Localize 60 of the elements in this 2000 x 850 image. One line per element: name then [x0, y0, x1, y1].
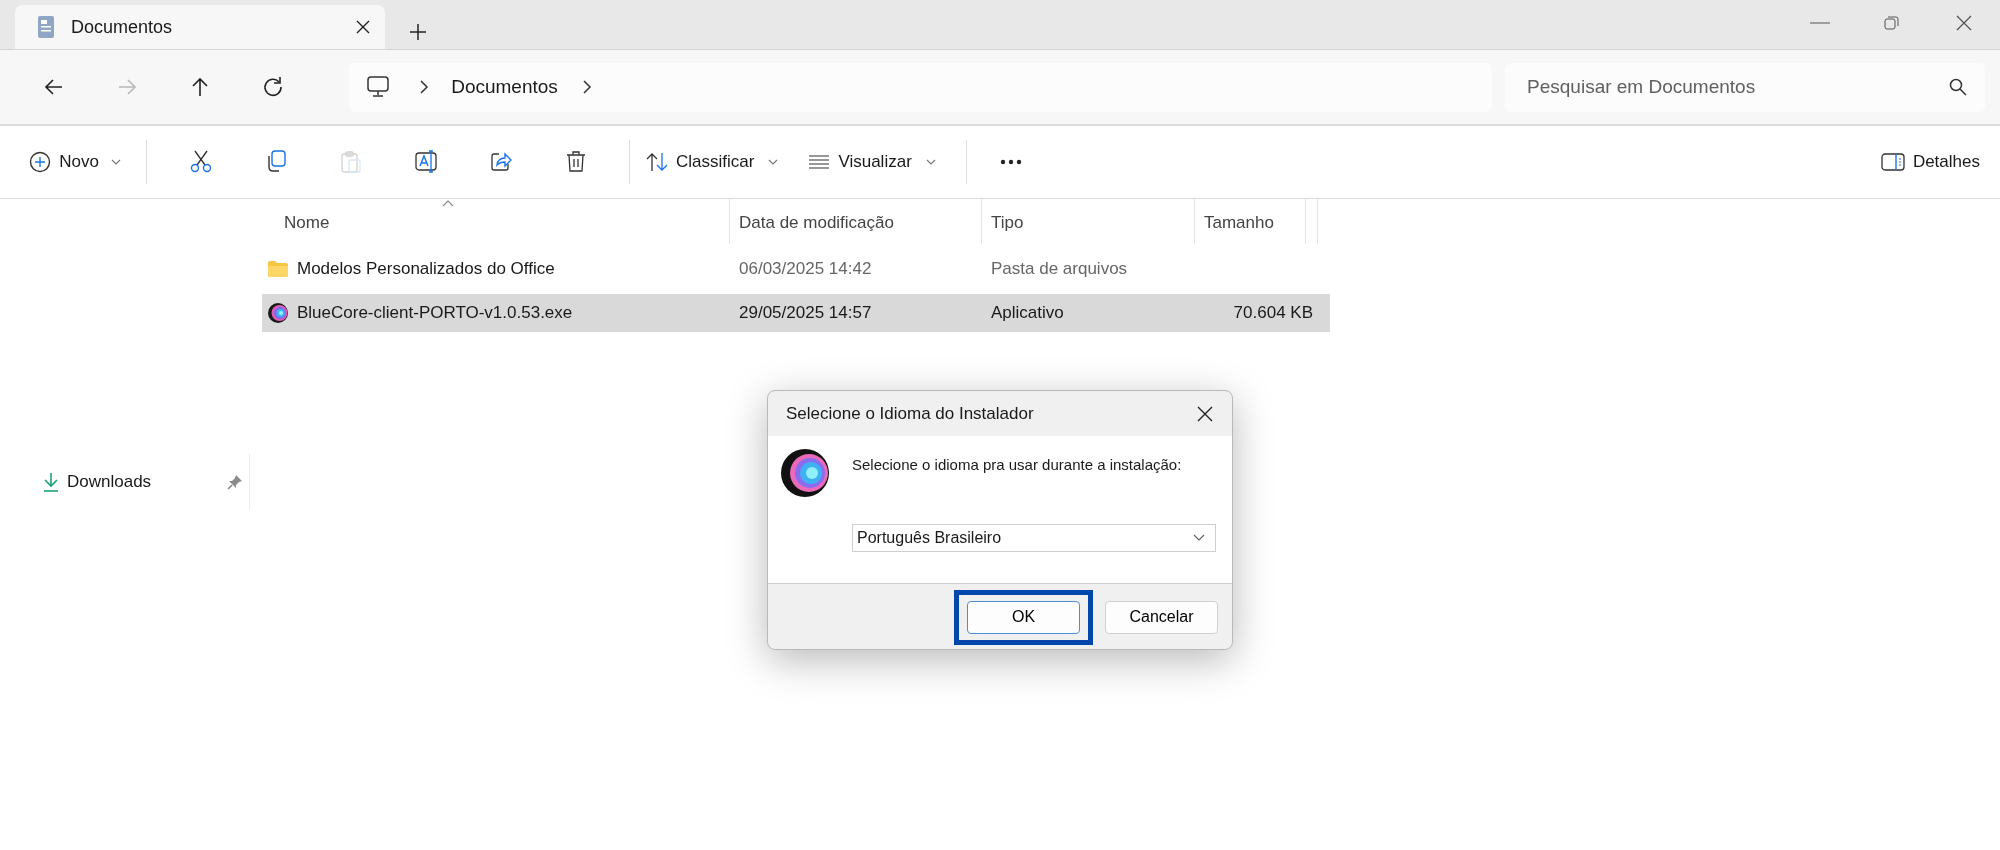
clipboard-icon — [339, 150, 362, 174]
column-header[interactable]: Data de modificação — [730, 199, 982, 244]
file-name[interactable]: BlueCore-client-PORTO-v1.0.53.exe — [297, 300, 573, 326]
more-icon — [999, 159, 1022, 165]
share-icon — [489, 150, 512, 174]
app-icon — [267, 302, 289, 324]
address-bar[interactable]: Documentos — [349, 62, 1493, 112]
file-row[interactable]: BlueCore-client-PORTO-v1.0.53.exe 29/05/2025 14:57 Aplicativo 70.604 KB — [262, 294, 1330, 332]
search-field[interactable]: Pesquisar em Documentos — [1505, 62, 1986, 112]
new-button[interactable]: Novo — [20, 140, 130, 184]
new-tab-button[interactable] — [409, 23, 427, 41]
minimize-icon — [1810, 22, 1830, 24]
caret-icon — [110, 159, 121, 165]
tab-close-button[interactable] — [355, 19, 371, 35]
download-arrow-icon — [43, 472, 59, 492]
app-logo-icon — [780, 448, 830, 498]
file-name[interactable]: Modelos Personalizados do Office — [297, 256, 555, 282]
trash-icon — [564, 150, 587, 174]
file-type: Pasta de arquivos — [990, 258, 1129, 281]
computer-icon — [367, 76, 390, 98]
file-date: 06/03/2025 14:42 — [738, 258, 873, 281]
lines-icon — [808, 155, 831, 169]
breadcrumb-item[interactable]: Documentos — [451, 72, 558, 102]
file-date: 29/05/2025 14:57 — [738, 302, 873, 325]
column-header[interactable]: Tipo — [982, 199, 1195, 244]
dialog-title: Selecione o Idioma do Instalador — [786, 402, 1035, 425]
chevron-icon — [419, 80, 430, 94]
restore-icon — [1882, 13, 1902, 33]
close-icon — [1954, 13, 1974, 33]
sort-icon — [646, 152, 668, 172]
dropdown-caret-icon — [1193, 534, 1205, 541]
caret-icon — [768, 159, 779, 165]
plus-circle-icon — [29, 151, 52, 173]
dialog-message: Selecione o idioma pra usar durante a instalação: — [852, 455, 1183, 475]
details-button[interactable]: Detalhes — [1880, 140, 1980, 184]
dialog-button[interactable]: Cancelar — [1105, 600, 1218, 634]
window-tab[interactable]: Documentos — [15, 5, 385, 49]
tab-title: Documentos — [71, 15, 174, 39]
sort-button[interactable]: Classificar — [646, 140, 779, 184]
dialog-button[interactable]: OK — [967, 600, 1080, 634]
plus-icon — [409, 23, 427, 41]
search-icon — [1949, 77, 1968, 96]
file-type: Aplicativo — [990, 302, 1065, 325]
view-button[interactable]: Visualizar — [808, 140, 936, 184]
file-size: 70.604 KB — [1232, 302, 1314, 325]
folder-icon — [267, 260, 289, 278]
scissors-icon — [189, 150, 212, 174]
column-header[interactable]: Nome — [262, 199, 730, 244]
caret-icon — [925, 159, 936, 165]
file-row[interactable]: Modelos Personalizados do Office 06/03/2025 14:42 Pasta de arquivos — [262, 250, 1330, 288]
close-icon — [1196, 404, 1214, 423]
language-select[interactable]: Português Brasileiro — [852, 523, 1216, 552]
rename-icon — [414, 150, 437, 174]
sort-caret-icon — [442, 200, 454, 207]
details-pane-icon — [1880, 153, 1905, 171]
column-header[interactable]: Tamanho — [1195, 199, 1306, 244]
document-icon — [37, 15, 55, 39]
close-icon — [355, 19, 371, 35]
sidebar-item[interactable]: Downloads — [0, 454, 250, 510]
chevron-icon — [581, 80, 592, 94]
